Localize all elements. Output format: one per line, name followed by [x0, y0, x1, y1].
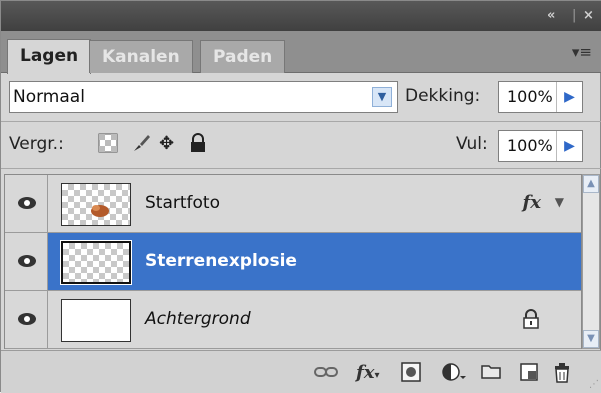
layer-thumbnail — [60, 240, 132, 285]
blend-mode-value: Normaal — [13, 87, 85, 107]
collapse-icon[interactable]: « — [547, 9, 555, 23]
tab-kanalen[interactable]: Kanalen — [89, 40, 193, 73]
trash-icon[interactable] — [553, 362, 571, 384]
lock-transparency-icon[interactable] — [98, 133, 118, 155]
link-icon[interactable] — [313, 362, 339, 384]
divider — [1, 121, 601, 122]
chevron-down-icon[interactable]: ▼ — [372, 87, 392, 107]
folder-icon[interactable] — [481, 362, 501, 384]
tab-paden[interactable]: Paden — [200, 40, 286, 73]
tab-bar: Lagen Kanalen Paden ▾≡ — [1, 31, 601, 74]
layer-row-achtergrond[interactable]: Achtergrond — [5, 291, 581, 349]
scroll-down-icon[interactable]: ▼ — [583, 330, 599, 348]
lock-all-icon[interactable] — [189, 133, 207, 155]
opacity-slider-arrow-icon[interactable]: ▶ — [556, 82, 582, 112]
add-layer-style-fx-icon[interactable]: fx▾ — [356, 362, 380, 384]
scroll-up-icon[interactable]: ▲ — [583, 175, 599, 193]
layers-scrollbar[interactable]: ▲ ▼ — [582, 174, 600, 349]
tab-lagen[interactable]: Lagen — [7, 39, 92, 74]
layer-thumbnail — [61, 183, 131, 226]
layer-name: Achtergrond — [145, 309, 251, 329]
lock-icon — [523, 309, 539, 329]
fill-slider-arrow-icon[interactable]: ▶ — [556, 131, 582, 161]
eye-icon — [18, 313, 36, 325]
lock-pixels-brush-icon[interactable] — [131, 133, 151, 155]
resize-grip-icon[interactable]: ⋰ — [589, 379, 599, 390]
new-layer-icon[interactable] — [519, 362, 539, 384]
divider — [1, 168, 601, 169]
opacity-label: Dekking: — [405, 86, 481, 106]
layer-row-startfoto[interactable]: Startfoto fx ▼ — [5, 175, 581, 233]
close-icon[interactable]: × — [583, 9, 594, 23]
panel-footer-toolbar: fx▾ ⋰ — [1, 350, 601, 393]
layer-row-sterrenexplosie[interactable]: Sterrenexplosie — [5, 233, 581, 291]
panel-menu-icon[interactable]: ▾≡ — [572, 43, 592, 61]
lock-label: Vergr.: — [9, 134, 64, 154]
chevron-down-icon[interactable]: ▼ — [555, 195, 564, 209]
eye-icon — [18, 255, 36, 267]
blend-mode-select[interactable]: Normaal ▼ — [9, 81, 398, 113]
visibility-toggle[interactable] — [5, 233, 48, 290]
layer-name: Sterrenexplosie — [145, 251, 297, 271]
panel-titlebar: « | × — [1, 1, 601, 31]
adjustment-layer-icon[interactable] — [441, 362, 467, 384]
layers-panel: « | × Lagen Kanalen Paden ▾≡ Normaal ▼ D… — [0, 0, 601, 393]
layer-thumbnail — [61, 299, 131, 342]
layer-name: Startfoto — [145, 193, 220, 213]
visibility-toggle[interactable] — [5, 291, 48, 348]
fill-value: 100% — [507, 136, 553, 155]
visibility-toggle[interactable] — [5, 175, 48, 232]
fill-field[interactable]: 100% ▶ — [498, 130, 583, 162]
mask-icon[interactable] — [401, 362, 421, 384]
fill-label: Vul: — [456, 134, 488, 154]
divider: | — [572, 8, 577, 23]
eye-icon — [18, 197, 36, 209]
opacity-value: 100% — [507, 87, 553, 106]
layers-list: Startfoto fx ▼ Sterrenexplosie Achtergro… — [4, 174, 582, 349]
fx-icon[interactable]: fx — [523, 192, 541, 213]
opacity-field[interactable]: 100% ▶ — [498, 81, 583, 113]
lock-position-move-icon[interactable]: ✥ — [159, 133, 174, 155]
